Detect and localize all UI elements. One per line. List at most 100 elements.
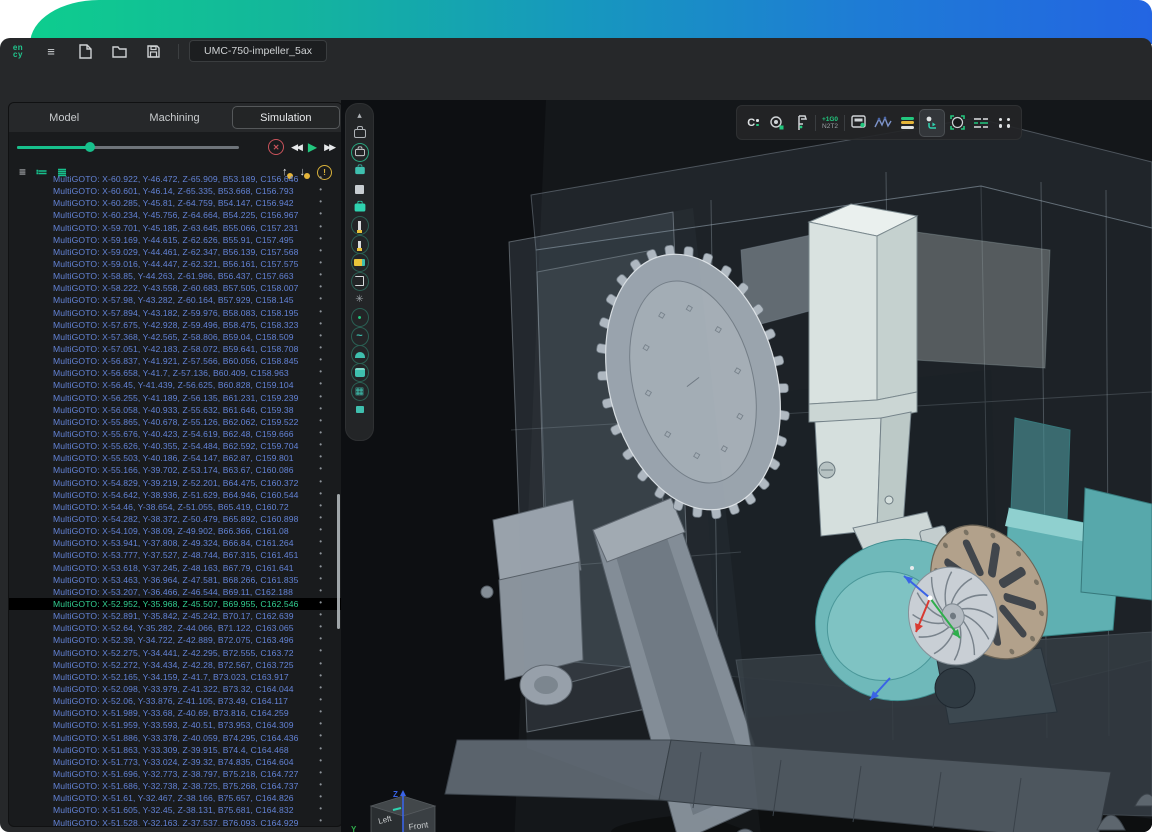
list-item[interactable]: MultiGOTO: X-54.282, Y-38.372, Z-50.479,… xyxy=(9,513,342,525)
list-item[interactable]: MultiGOTO: X-55.865, Y-40.678, Z-55.126,… xyxy=(9,416,342,428)
list-item[interactable]: MultiGOTO: X-56.658, Y-41.7, Z-57.136, B… xyxy=(9,367,342,379)
stop-button[interactable]: ✕ xyxy=(268,139,284,155)
list-item[interactable]: MultiGOTO: X-54.829, Y-39.219, Z-52.201,… xyxy=(9,477,342,489)
list-item[interactable]: MultiGOTO: X-53.207, Y-36.466, Z-46.544,… xyxy=(9,586,342,598)
toolpath-wave-button[interactable] xyxy=(871,110,895,136)
collision-points-toggle[interactable]: ✳ xyxy=(351,292,369,307)
list-item[interactable]: MultiGOTO: X-57.98, Y-43.282, Z-60.164, … xyxy=(9,294,342,306)
list-item[interactable]: MultiGOTO: X-51.773, Y-33.024, Z-39.32, … xyxy=(9,756,342,768)
list-item[interactable]: MultiGOTO: X-56.058, Y-40.933, Z-55.632,… xyxy=(9,404,342,416)
stock-solid-toggle[interactable] xyxy=(351,365,369,380)
stock-layers-button[interactable] xyxy=(895,110,919,136)
list-item[interactable]: MultiGOTO: X-55.626, Y-40.355, Z-54.484,… xyxy=(9,440,342,452)
toolpath-curve-toggle[interactable]: ~ xyxy=(351,329,369,344)
tool-toggle[interactable] xyxy=(351,237,369,252)
list-item[interactable]: MultiGOTO: X-57.675, Y-42.928, Z-59.496,… xyxy=(9,319,342,331)
list-item[interactable]: MultiGOTO: X-59.169, Y-44.615, Z-62.626,… xyxy=(9,234,342,246)
gcode-position-badge[interactable]: +1G0 N2T2 xyxy=(818,110,842,136)
list-item[interactable]: MultiGOTO: X-57.368, Y-42.565, Z-58.806,… xyxy=(9,331,342,343)
list-item[interactable]: MultiGOTO: X-54.46, Y-38.654, Z-51.055, … xyxy=(9,501,342,513)
tool-holder-toggle[interactable] xyxy=(351,218,369,233)
list-item[interactable]: MultiGOTO: X-56.255, Y-41.189, Z-56.135,… xyxy=(9,392,342,404)
stock-mini-toggle[interactable] xyxy=(351,402,369,417)
stock-grid-toggle[interactable]: ▦ xyxy=(351,384,369,399)
collapse-toolbar-button[interactable]: ▴ xyxy=(351,108,369,123)
list-item[interactable]: MultiGOTO: X-53.463, Y-36.964, Z-47.581,… xyxy=(9,574,342,586)
document-tab[interactable]: UMC-750-impeller_5ax xyxy=(189,40,327,62)
list-item[interactable]: MultiGOTO: X-51.61, Y-32.467, Z-38.166, … xyxy=(9,792,342,804)
gcode-scrollbar[interactable] xyxy=(337,494,340,629)
machine-visibility-toggle[interactable] xyxy=(351,145,369,160)
list-item[interactable]: MultiGOTO: X-59.016, Y-44.447, Z-62.321,… xyxy=(9,258,342,270)
nav-cube[interactable]: Left Front Z Y X xyxy=(349,788,469,832)
list-item[interactable]: MultiGOTO: X-52.165, Y-34.159, Z-41.7, B… xyxy=(9,671,342,683)
list-item[interactable]: MultiGOTO: X-55.166, Y-39.702, Z-53.174,… xyxy=(9,464,342,476)
list-item[interactable]: MultiGOTO: X-59.701, Y-45.185, Z-63.645,… xyxy=(9,222,342,234)
stock-toggle[interactable] xyxy=(351,182,369,197)
viewport-3d[interactable]: ▴ ✳ • ~ ▦ C xyxy=(341,100,1152,832)
machine-state-button[interactable] xyxy=(847,110,871,136)
list-item[interactable]: MultiGOTO: X-60.601, Y-46.14, Z-65.335, … xyxy=(9,185,342,197)
spindle-head-toggle[interactable] xyxy=(351,163,369,178)
list-item[interactable]: MultiGOTO: X-57.894, Y-43.182, Z-59.976,… xyxy=(9,307,342,319)
list-item[interactable]: MultiGOTO: X-52.64, Y-35.282, Z-44.066, … xyxy=(9,622,342,634)
simulation-progress-slider[interactable] xyxy=(17,141,239,153)
list-item[interactable]: MultiGOTO: X-56.837, Y-41.921, Z-57.566,… xyxy=(9,355,342,367)
list-item[interactable]: MultiGOTO: X-52.39, Y-34.722, Z-42.889, … xyxy=(9,634,342,646)
list-item[interactable]: MultiGOTO: X-55.676, Y-40.423, Z-54.619,… xyxy=(9,428,342,440)
tab-machining[interactable]: Machining xyxy=(121,106,227,129)
machine-toggle[interactable] xyxy=(351,126,369,141)
list-item[interactable]: MultiGOTO: X-52.952, Y-35.968, Z-45.507,… xyxy=(9,598,342,610)
list-item[interactable]: MultiGOTO: X-51.886, Y-33.378, Z-40.059,… xyxy=(9,731,342,743)
slider-thumb[interactable] xyxy=(85,142,95,152)
toolpath-points-toggle[interactable]: • xyxy=(351,310,369,325)
list-item[interactable]: MultiGOTO: X-52.272, Y-34.434, Z-42.28, … xyxy=(9,659,342,671)
list-item[interactable]: MultiGOTO: X-55.503, Y-40.186, Z-54.147,… xyxy=(9,452,342,464)
list-item[interactable]: MultiGOTO: X-51.696, Y-32.773, Z-38.797,… xyxy=(9,768,342,780)
list-item[interactable]: MultiGOTO: X-52.891, Y-35.842, Z-45.242,… xyxy=(9,610,342,622)
list-item[interactable]: MultiGOTO: X-51.863, Y-33.309, Z-39.915,… xyxy=(9,744,342,756)
machine-3d-view[interactable] xyxy=(341,100,1152,832)
tab-simulation[interactable]: Simulation xyxy=(232,106,340,129)
play-button[interactable]: ▶ xyxy=(308,140,317,154)
tool-assembly-toggle[interactable] xyxy=(351,255,369,270)
list-item[interactable]: MultiGOTO: X-54.642, Y-38.936, Z-51.629,… xyxy=(9,489,342,501)
list-item[interactable]: MultiGOTO: X-52.06, Y-33.876, Z-41.105, … xyxy=(9,695,342,707)
workpiece-zone-toggle[interactable] xyxy=(351,274,369,289)
list-item[interactable]: MultiGOTO: X-53.777, Y-37.527, Z-48.744,… xyxy=(9,549,342,561)
list-item[interactable]: MultiGOTO: X-51.989, Y-33.68, Z-40.69, B… xyxy=(9,707,342,719)
more-tools-button[interactable] xyxy=(993,110,1017,136)
list-item[interactable]: MultiGOTO: X-53.941, Y-37.808, Z-49.324,… xyxy=(9,537,342,549)
collision-check-button[interactable]: C xyxy=(741,110,765,136)
list-item[interactable]: MultiGOTO: X-58.85, Y-44.263, Z-61.986, … xyxy=(9,270,342,282)
list-item[interactable]: MultiGOTO: X-52.098, Y-33.979, Z-41.322,… xyxy=(9,683,342,695)
list-item[interactable]: MultiGOTO: X-51.959, Y-33.593, Z-40.51, … xyxy=(9,719,342,731)
list-item[interactable]: MultiGOTO: X-51.528, Y-32.163, Z-37.537,… xyxy=(9,816,342,826)
list-item[interactable]: MultiGOTO: X-60.234, Y-45.756, Z-64.664,… xyxy=(9,209,342,221)
new-file-button[interactable] xyxy=(72,41,98,61)
part-toggle[interactable] xyxy=(351,200,369,215)
list-item[interactable]: MultiGOTO: X-56.45, Y-41.439, Z-56.625, … xyxy=(9,379,342,391)
list-item[interactable]: MultiGOTO: X-51.686, Y-32.738, Z-38.725,… xyxy=(9,780,342,792)
list-item[interactable]: MultiGOTO: X-57.051, Y-42.183, Z-58.072,… xyxy=(9,343,342,355)
save-button[interactable] xyxy=(140,41,166,61)
stock-shaded-toggle[interactable] xyxy=(351,347,369,362)
tab-model[interactable]: Model xyxy=(11,106,117,129)
collision-target-button[interactable] xyxy=(945,110,969,136)
list-item[interactable]: MultiGOTO: X-59.029, Y-44.461, Z-62.347,… xyxy=(9,246,342,258)
open-file-button[interactable] xyxy=(106,41,132,61)
probe-button[interactable] xyxy=(765,110,789,136)
list-item[interactable]: MultiGOTO: X-58.222, Y-43.558, Z-60.683,… xyxy=(9,282,342,294)
list-item[interactable]: MultiGOTO: X-53.618, Y-37.245, Z-48.163,… xyxy=(9,562,342,574)
list-item[interactable]: MultiGOTO: X-60.285, Y-45.81, Z-64.759, … xyxy=(9,197,342,209)
display-options-button[interactable] xyxy=(969,110,993,136)
caliper-button[interactable] xyxy=(789,110,813,136)
list-item[interactable]: MultiGOTO: X-52.275, Y-34.441, Z-42.295,… xyxy=(9,646,342,658)
list-item[interactable]: MultiGOTO: X-51.605, Y-32.45, Z-38.131, … xyxy=(9,804,342,816)
fast-forward-button[interactable]: ▶▶ xyxy=(324,142,334,153)
simulation-trace-button[interactable] xyxy=(919,109,945,137)
list-item[interactable]: MultiGOTO: X-60.922, Y-46.472, Z-65.909,… xyxy=(9,173,342,185)
list-item[interactable]: MultiGOTO: X-54.109, Y-38.09, Z-49.902, … xyxy=(9,525,342,537)
main-menu-button[interactable]: ≡ xyxy=(38,41,64,61)
rewind-button[interactable]: ◀◀ xyxy=(291,142,301,153)
